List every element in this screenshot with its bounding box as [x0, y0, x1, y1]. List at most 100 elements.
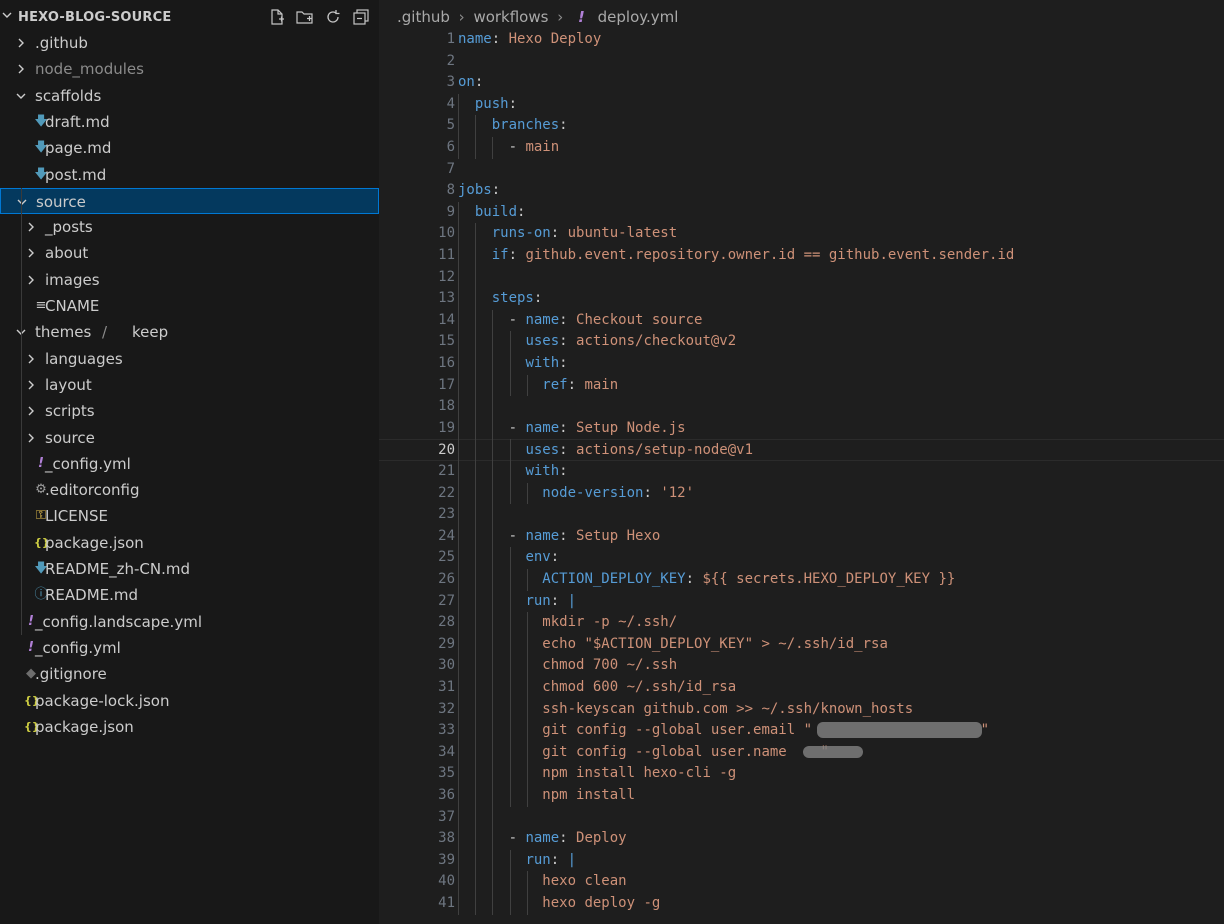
- folder-item[interactable]: node_modules: [0, 56, 379, 82]
- chevron-right-icon[interactable]: [26, 275, 36, 285]
- explorer-header[interactable]: HEXO-BLOG-SOURCE: [0, 4, 379, 30]
- new-folder-icon[interactable]: [296, 8, 314, 26]
- code-line[interactable]: 19 - name: Setup Node.js: [379, 418, 1224, 440]
- file-item[interactable]: ! _config.yml: [0, 451, 379, 477]
- code-line[interactable]: 7: [379, 159, 1224, 181]
- folder-item[interactable]: themes / keep: [0, 319, 379, 345]
- new-file-icon[interactable]: [268, 8, 286, 26]
- file-item[interactable]: ⚿ LICENSE: [0, 503, 379, 529]
- code-line[interactable]: 2: [379, 51, 1224, 73]
- chevron-right-icon[interactable]: [26, 433, 36, 443]
- file-item[interactable]: {} package-lock.json: [0, 688, 379, 714]
- breadcrumb-workflows[interactable]: workflows: [473, 8, 548, 26]
- code-line[interactable]: 13 steps:: [379, 288, 1224, 310]
- item-label: LICENSE: [45, 507, 108, 526]
- folder-item[interactable]: source: [0, 425, 379, 451]
- code-line[interactable]: 4 push:: [379, 94, 1224, 116]
- folder-item[interactable]: images: [0, 267, 379, 293]
- item-label[interactable]: keep: [132, 323, 168, 341]
- code-line[interactable]: 31 chmod 600 ~/.ssh/id_rsa: [379, 677, 1224, 699]
- folder-item[interactable]: languages: [0, 346, 379, 372]
- code-line[interactable]: 16 with:: [379, 353, 1224, 375]
- file-item[interactable]: ◆ .gitignore: [0, 661, 379, 687]
- code-line[interactable]: 11 if: github.event.repository.owner.id …: [379, 245, 1224, 267]
- folder-item[interactable]: source: [0, 187, 379, 214]
- code-line[interactable]: 41 hexo deploy -g: [379, 893, 1224, 915]
- indent-guide: [509, 849, 511, 915]
- code-line[interactable]: 40 hexo clean: [379, 871, 1224, 893]
- code-line[interactable]: 32 ssh-keyscan github.com >> ~/.ssh/know…: [379, 699, 1224, 721]
- line-number: 37: [438, 808, 455, 825]
- code-line[interactable]: 39 run: |: [379, 850, 1224, 872]
- code-line[interactable]: 8 jobs:: [379, 180, 1224, 202]
- chevron-right-icon[interactable]: [26, 248, 36, 258]
- line-number: 26: [438, 571, 455, 587]
- code-line[interactable]: 28 mkdir -p ~/.ssh/: [379, 612, 1224, 634]
- file-item[interactable]: ⚙ .editorconfig: [0, 477, 379, 503]
- collapse-all-icon[interactable]: [352, 8, 370, 26]
- chevron-right-icon[interactable]: [26, 406, 36, 416]
- file-item[interactable]: ≡ CNAME: [0, 293, 379, 319]
- chevron-right-icon[interactable]: [26, 222, 36, 232]
- code-line[interactable]: 9 build:: [379, 202, 1224, 224]
- breadcrumb-github[interactable]: .github: [397, 8, 450, 26]
- code-line[interactable]: 12: [379, 267, 1224, 289]
- code-line[interactable]: 15 uses: actions/checkout@v2: [379, 331, 1224, 353]
- folder-item[interactable]: scripts: [0, 398, 379, 424]
- indent-guide: [21, 345, 22, 635]
- code-line[interactable]: 37: [379, 807, 1224, 829]
- file-item[interactable]: ⓘ README.md: [0, 582, 379, 608]
- code-line[interactable]: 14 - name: Checkout source: [379, 310, 1224, 332]
- code-line[interactable]: 33 git config --global user.email " ": [379, 720, 1224, 742]
- code-line[interactable]: 21 with:: [379, 461, 1224, 483]
- code-line[interactable]: 25 env:: [379, 547, 1224, 569]
- code-line[interactable]: 22 node-version: '12': [379, 483, 1224, 505]
- chevron-down-icon[interactable]: [2, 10, 12, 20]
- chevron-right-icon[interactable]: [16, 64, 26, 74]
- file-item[interactable]: {} package.json: [0, 530, 379, 556]
- code-text: name: Hexo Deploy: [458, 31, 602, 47]
- code-line[interactable]: 27 run: |: [379, 591, 1224, 613]
- chevron-right-icon[interactable]: [16, 38, 26, 48]
- file-item[interactable]: ! _config.yml: [0, 635, 379, 661]
- file-item[interactable]: 🡇 draft.md: [0, 109, 379, 135]
- file-item[interactable]: ! _config.landscape.yml: [0, 609, 379, 635]
- folder-item[interactable]: _posts: [0, 214, 379, 240]
- code-line[interactable]: 29 echo "$ACTION_DEPLOY_KEY" > ~/.ssh/id…: [379, 634, 1224, 656]
- chevron-right-icon[interactable]: [26, 380, 36, 390]
- folder-item[interactable]: layout: [0, 372, 379, 398]
- file-item[interactable]: 🡇 post.md: [0, 162, 379, 188]
- code-line[interactable]: 6 - main: [379, 137, 1224, 159]
- code-line[interactable]: 23: [379, 504, 1224, 526]
- chevron-down-icon[interactable]: [17, 197, 27, 207]
- chevron-down-icon[interactable]: [16, 91, 26, 101]
- item-label: CNAME: [45, 297, 100, 315]
- editor-pane[interactable]: .github › workflows › ! deploy.yml 1 name…: [379, 0, 1224, 924]
- folder-item[interactable]: scaffolds: [0, 83, 379, 109]
- breadcrumb-file[interactable]: deploy.yml: [598, 8, 679, 26]
- item-label: scaffolds: [35, 86, 102, 105]
- code-line[interactable]: 26 ACTION_DEPLOY_KEY: ${{ secrets.HEXO_D…: [379, 569, 1224, 591]
- code-line[interactable]: 38 - name: Deploy: [379, 828, 1224, 850]
- code-line[interactable]: 3 on:: [379, 72, 1224, 94]
- code-line[interactable]: 36 npm install: [379, 785, 1224, 807]
- file-item[interactable]: {} package.json: [0, 714, 379, 740]
- folder-item[interactable]: about: [0, 240, 379, 266]
- file-item[interactable]: 🡇 README_zh-CN.md: [0, 556, 379, 582]
- code-line[interactable]: 18: [379, 396, 1224, 418]
- code-line[interactable]: 5 branches:: [379, 115, 1224, 137]
- code-line[interactable]: 20 uses: actions/setup-node@v1: [379, 439, 1224, 461]
- chevron-right-icon[interactable]: [26, 354, 36, 364]
- folder-item[interactable]: .github: [0, 30, 379, 56]
- code-line[interactable]: 17 ref: main: [379, 375, 1224, 397]
- code-line[interactable]: 30 chmod 700 ~/.ssh: [379, 655, 1224, 677]
- code-line[interactable]: 24 - name: Setup Hexo: [379, 526, 1224, 548]
- refresh-icon[interactable]: [324, 8, 342, 26]
- code-line[interactable]: 35 npm install hexo-cli -g: [379, 763, 1224, 785]
- line-number: 40: [438, 873, 455, 890]
- yaml-exclamation-icon: !: [578, 8, 585, 26]
- code-line[interactable]: 34 git config --global user.name ": [379, 742, 1224, 764]
- file-item[interactable]: 🡇 page.md: [0, 135, 379, 161]
- code-line[interactable]: 10 runs-on: ubuntu-latest: [379, 223, 1224, 245]
- code-line[interactable]: 1 name: Hexo Deploy: [379, 29, 1224, 51]
